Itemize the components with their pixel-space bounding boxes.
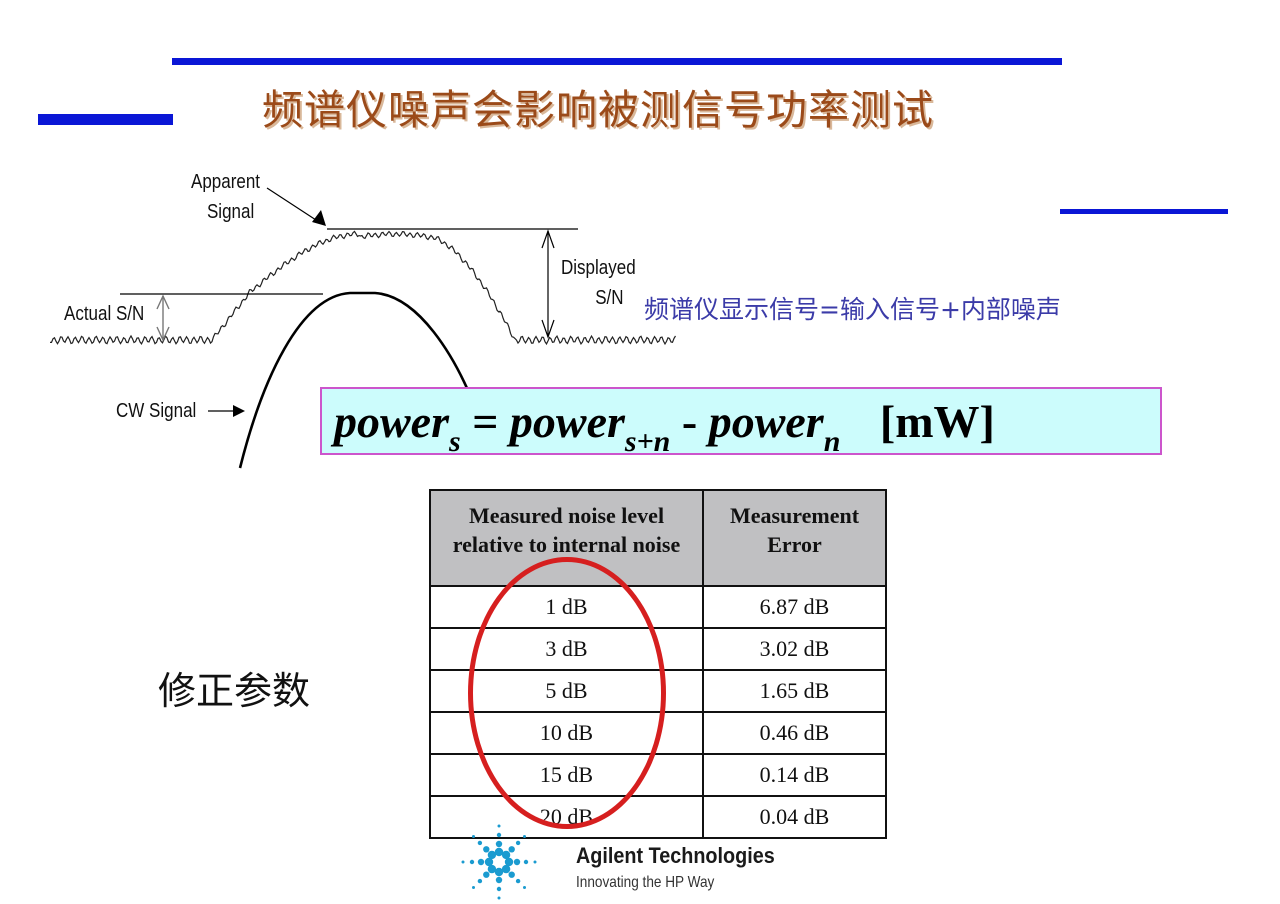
displayed-label-line1: Displayed bbox=[561, 257, 636, 279]
logo-dot bbox=[495, 840, 503, 848]
logo-dot bbox=[515, 878, 521, 884]
logo-dot bbox=[477, 878, 483, 884]
logo-dot bbox=[501, 850, 511, 860]
correction-table: Measured noise level relative to interna… bbox=[429, 489, 887, 839]
power-formula: powers = powers+n - powern [mW] bbox=[320, 387, 1162, 458]
logo-dot bbox=[495, 876, 503, 884]
formula-minus: - bbox=[681, 396, 698, 447]
table-row: 10 dB 0.46 dB bbox=[429, 711, 887, 755]
logo-dot bbox=[472, 886, 475, 889]
correction-params-label: 修正参数 bbox=[158, 669, 311, 713]
actual-sn-label: Actual S/N bbox=[64, 303, 145, 325]
noise-level-cell: 5 dB bbox=[429, 669, 704, 713]
logo-dot bbox=[497, 896, 501, 900]
logo-dot bbox=[533, 860, 537, 864]
brand-tagline: Innovating the HP Way bbox=[576, 874, 715, 891]
logo-dot bbox=[523, 835, 526, 838]
table-row: 1 dB 6.87 dB bbox=[429, 585, 887, 629]
apparent-signal-pointer bbox=[266, 187, 326, 226]
noise-level-cell: 10 dB bbox=[429, 711, 704, 755]
formula-term2: power bbox=[708, 396, 824, 447]
logo-dot bbox=[483, 846, 490, 853]
header-measurement-error: Measurement Error bbox=[702, 489, 887, 587]
logo-dot bbox=[508, 846, 515, 853]
logo-dot bbox=[497, 824, 501, 828]
table-header-row: Measured noise level relative to interna… bbox=[429, 489, 887, 587]
apparent-label-line1: Apparent bbox=[191, 171, 260, 193]
logo-dot bbox=[496, 886, 502, 892]
formula-term1: power bbox=[509, 396, 625, 447]
error-cell: 3.02 dB bbox=[702, 627, 887, 671]
logo-dot bbox=[483, 871, 490, 878]
error-cell: 0.04 dB bbox=[702, 795, 887, 839]
logo-dot bbox=[496, 832, 502, 838]
apparent-signal-label: Apparent Signal bbox=[191, 167, 260, 227]
logo-dot bbox=[523, 859, 529, 865]
displayed-sn-arrow bbox=[541, 229, 555, 339]
error-cell: 0.14 dB bbox=[702, 753, 887, 797]
spectrum-display-note: 频谱仪显示信号=输入信号+内部噪声 bbox=[644, 295, 1061, 324]
logo-dot bbox=[469, 859, 475, 865]
actual-sn-arrow bbox=[156, 294, 170, 342]
formula-equals: = bbox=[472, 396, 499, 447]
logo-dot bbox=[515, 840, 521, 846]
displayed-label-line2: S/N bbox=[595, 287, 624, 309]
table-row: 3 dB 3.02 dB bbox=[429, 627, 887, 671]
table-row: 15 dB 0.14 dB bbox=[429, 753, 887, 797]
formula-lhs-sub: s bbox=[449, 425, 461, 458]
noise-level-cell: 3 dB bbox=[429, 627, 704, 671]
formula-lhs: power bbox=[334, 396, 449, 447]
logo-dot bbox=[523, 886, 526, 889]
brand-name: Agilent Technologies bbox=[576, 843, 775, 868]
logo-dot bbox=[477, 840, 483, 846]
logo-dot bbox=[461, 860, 465, 864]
displayed-sn-label: Displayed S/N bbox=[561, 253, 636, 313]
noise-level-cell: 1 dB bbox=[429, 585, 704, 629]
formula-term1-sub: s+n bbox=[624, 425, 671, 458]
header-noise-level: Measured noise level relative to interna… bbox=[429, 489, 704, 587]
logo-dot bbox=[508, 871, 515, 878]
logo-dot bbox=[472, 835, 475, 838]
cw-signal-label: CW Signal bbox=[116, 400, 197, 422]
cw-signal-pointer bbox=[208, 405, 245, 417]
table-row: 5 dB 1.65 dB bbox=[429, 669, 887, 713]
error-cell: 1.65 dB bbox=[702, 669, 887, 713]
agilent-spark-icon bbox=[461, 824, 537, 900]
logo-dot bbox=[513, 858, 521, 866]
error-cell: 0.46 dB bbox=[702, 711, 887, 755]
error-cell: 6.87 dB bbox=[702, 585, 887, 629]
apparent-label-line2: Signal bbox=[206, 201, 255, 223]
noise-level-cell: 15 dB bbox=[429, 753, 704, 797]
formula-unit: [mW] bbox=[879, 396, 995, 447]
logo-dot bbox=[477, 858, 485, 866]
formula-term2-sub: n bbox=[823, 425, 841, 458]
